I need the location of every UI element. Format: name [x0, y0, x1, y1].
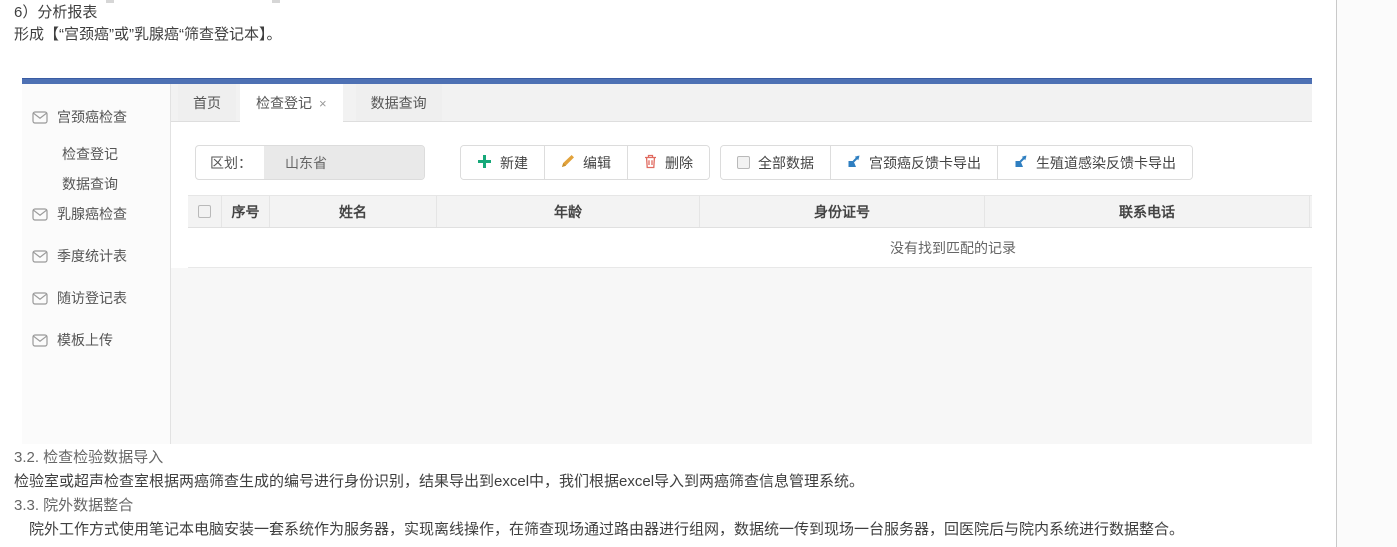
sidebar-item-data-query[interactable]: 数据查询: [22, 174, 170, 194]
all-data-checkbox[interactable]: [737, 156, 750, 169]
data-table: 序号 姓名 年龄 身份证号 联系电话 没有找到匹配的记录: [188, 195, 1312, 268]
document-top-text: 6）分析报表 形成【“宫颈癌”或”乳腺癌“筛查登记本】。: [14, 2, 281, 46]
page-right-gutter: [1337, 0, 1397, 547]
envelope-icon: [32, 334, 48, 347]
sidebar-item-label: 模板上传: [57, 330, 113, 350]
sidebar-item-label: 数据查询: [62, 174, 118, 194]
sidebar-item-label: 检查登记: [62, 144, 118, 164]
tab-label: 检查登记: [256, 95, 312, 111]
envelope-icon: [32, 250, 48, 263]
tab-label: 数据查询: [371, 95, 427, 111]
sidebar-item-followup-register[interactable]: 随访登记表: [22, 288, 170, 308]
column-header-extra: [1310, 196, 1312, 227]
doc-heading: 6）分析报表: [14, 2, 281, 24]
export-infection-feedback-button[interactable]: 生殖道感染反馈卡导出: [998, 146, 1192, 179]
tab-home[interactable]: 首页: [178, 84, 236, 121]
main-content: 首页 检查登记 × 数据查询 区划：: [171, 84, 1312, 444]
no-records-message: 没有找到匹配的记录: [890, 238, 1016, 258]
column-header-name: 姓名: [270, 196, 437, 227]
section-3-3-body: 院外工作方式使用笔记本电脑安装一套系统作为服务器，实现离线操作，在筛查现场通过路…: [14, 518, 1184, 542]
section-3-2-title: 3.2. 检查检验数据导入: [14, 446, 1184, 470]
empty-table-row: 没有找到匹配的记录: [188, 228, 1312, 268]
trash-icon: [644, 154, 657, 172]
all-data-toggle[interactable]: 全部数据: [721, 146, 831, 179]
envelope-icon: [32, 292, 48, 305]
sidebar-item-label: 随访登记表: [57, 288, 127, 308]
pencil-icon: [561, 154, 575, 171]
region-filter-group: 区划：: [195, 145, 425, 180]
new-button[interactable]: 新建: [461, 146, 545, 179]
sidebar-item-check-register[interactable]: 检查登记: [22, 144, 170, 164]
envelope-icon: [32, 208, 48, 221]
sidebar-item-cervical-check[interactable]: 宫颈癌检查: [22, 107, 170, 127]
all-data-label: 全部数据: [758, 153, 814, 173]
column-header-age: 年龄: [437, 196, 700, 227]
column-header-index: 序号: [222, 196, 270, 227]
region-label: 区划：: [196, 146, 264, 179]
export-cervical-label: 宫颈癌反馈卡导出: [869, 153, 981, 173]
plus-icon: [477, 154, 492, 172]
column-header-phone: 联系电话: [985, 196, 1310, 227]
export-button-group: 全部数据 宫颈癌反馈卡导出 生殖道感染反馈卡导出: [720, 145, 1193, 180]
section-3-2-body: 检验室或超声检查室根据两癌筛查生成的编号进行身份识别，结果导出到excel中，我…: [14, 470, 1184, 494]
new-button-label: 新建: [500, 153, 528, 173]
edit-button-label: 编辑: [583, 153, 611, 173]
sidebar-item-breast-check[interactable]: 乳腺癌检查: [22, 204, 170, 224]
doc-line: 形成【“宫颈癌”或”乳腺癌“筛查登记本】。: [14, 24, 281, 46]
toolbar: 区划： 新建 编辑: [195, 145, 1312, 180]
tab-data-query[interactable]: 数据查询: [356, 84, 442, 121]
action-button-group: 新建 编辑 删除: [460, 145, 710, 180]
section-3-3-title: 3.3. 院外数据整合: [14, 494, 1184, 518]
table-header-row: 序号 姓名 年龄 身份证号 联系电话: [188, 195, 1312, 228]
sidebar-item-label: 季度统计表: [57, 246, 127, 266]
tab-check-register[interactable]: 检查登记 ×: [240, 84, 343, 122]
select-all-header: [188, 196, 222, 227]
export-icon: [847, 154, 861, 171]
export-icon: [1014, 154, 1028, 171]
export-cervical-feedback-button[interactable]: 宫颈癌反馈卡导出: [831, 146, 998, 179]
close-icon[interactable]: ×: [319, 96, 327, 111]
tab-bar: 首页 检查登记 × 数据查询: [171, 84, 1312, 122]
region-input[interactable]: [264, 146, 424, 179]
content-background: [171, 268, 1312, 444]
app-panel: 宫颈癌检查 检查登记 数据查询 乳腺癌检查 季度统计表: [22, 78, 1312, 444]
tab-label: 首页: [193, 95, 221, 111]
sidebar-item-template-upload[interactable]: 模板上传: [22, 330, 170, 350]
delete-button-label: 删除: [665, 153, 693, 173]
sidebar-item-label: 乳腺癌检查: [57, 204, 127, 224]
sidebar-item-label: 宫颈癌检查: [57, 107, 127, 127]
sidebar-item-quarterly-stats[interactable]: 季度统计表: [22, 246, 170, 266]
select-all-checkbox[interactable]: [198, 205, 211, 218]
document-bottom-text: 3.2. 检查检验数据导入 检验室或超声检查室根据两癌筛查生成的编号进行身份识别…: [14, 446, 1184, 542]
export-infection-label: 生殖道感染反馈卡导出: [1036, 153, 1176, 173]
delete-button[interactable]: 删除: [628, 146, 709, 179]
envelope-icon: [32, 111, 48, 124]
edit-button[interactable]: 编辑: [545, 146, 628, 179]
column-header-id-number: 身份证号: [700, 196, 985, 227]
sidebar: 宫颈癌检查 检查登记 数据查询 乳腺癌检查 季度统计表: [22, 84, 171, 444]
